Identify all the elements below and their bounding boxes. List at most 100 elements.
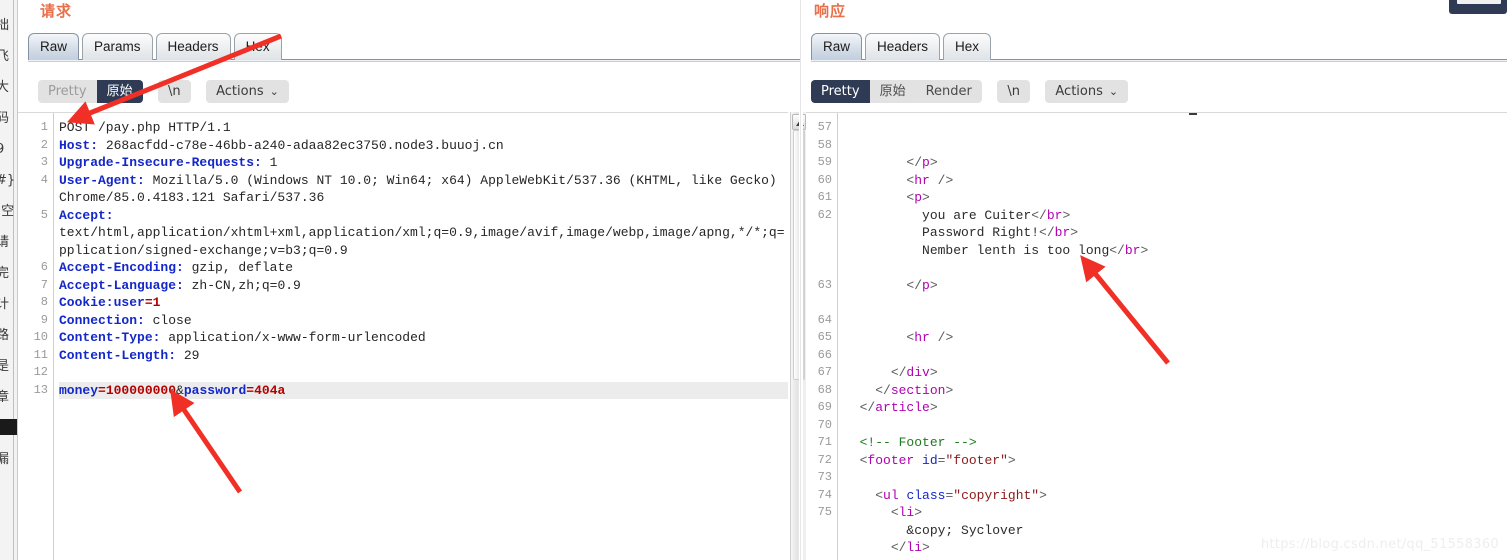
code-line[interactable]: Content-Type: application/x-www-form-url… <box>59 329 788 347</box>
code-line[interactable] <box>844 312 1507 330</box>
code-line[interactable]: Nember lenth is too long</br> <box>844 242 1507 260</box>
code-line[interactable] <box>844 119 1507 137</box>
chevron-down-icon: ⌄ <box>1108 85 1119 98</box>
panel-divider[interactable] <box>800 0 803 560</box>
code-token: Connection: <box>59 312 145 328</box>
line-number: 73 <box>817 470 832 484</box>
response-view-render[interactable]: Render <box>916 80 982 103</box>
code-line[interactable]: Host: 268acfdd-c78e-46bb-a240-adaa82ec37… <box>59 137 788 155</box>
tab-request-hex[interactable]: Hex <box>233 33 282 60</box>
code-line[interactable]: User-Agent: Mozilla/5.0 (Windows NT 10.0… <box>59 172 788 190</box>
code-line[interactable] <box>844 259 1507 277</box>
edge-glyph-column: 拙 飞 大 码 9 #} (空 请 完 计 路 是 章 口 漏 <box>0 18 16 467</box>
tab-response-raw[interactable]: Raw <box>811 33 863 60</box>
response-code-view[interactable]: 57 58 59 60 61 62 63 64 65 66 67 68 69 70 71 72 73 74 75… <box>806 112 1507 560</box>
code-line[interactable]: <footer id="footer"> <box>844 452 1507 470</box>
code-token: POST /pay.php HTTP/1.1 <box>59 120 231 135</box>
request-code-view[interactable]: 1234 5 6 7 8 9 10 11 12 13 POST /pay.php HTTP/1… <box>18 112 788 560</box>
code-token: > <box>922 540 930 555</box>
code-line[interactable] <box>844 469 1507 487</box>
request-actions-button[interactable]: Actions ⌄ <box>206 80 289 103</box>
code-token: Accept-Language: <box>59 277 184 293</box>
response-newline-button[interactable]: \n <box>997 80 1030 103</box>
tab-request-headers[interactable]: Headers <box>155 33 231 60</box>
code-line[interactable]: </section> <box>844 382 1507 400</box>
code-line[interactable]: Password Right!</br> <box>844 224 1507 242</box>
response-panel-title: 响应 <box>814 2 847 20</box>
line-number: 63 <box>817 277 832 292</box>
tab-response-hex[interactable]: Hex <box>943 33 992 60</box>
code-line[interactable]: Accept-Encoding: gzip, deflate <box>59 259 788 277</box>
code-token: application/x-www-form-urlencoded <box>160 330 426 345</box>
request-vertical-scrollbar[interactable] <box>790 112 806 560</box>
response-view-raw[interactable]: 原始 <box>870 80 916 103</box>
response-toolbar: Pretty 原始 Render \n Actions ⌄ <box>811 80 1129 104</box>
line-number: 74 <box>817 487 832 502</box>
request-view-raw[interactable]: 原始 <box>96 80 143 103</box>
line-number: 67 <box>817 365 832 379</box>
code-line[interactable]: you are Cuiter</br> <box>844 207 1507 225</box>
code-token: 1 <box>152 295 161 310</box>
code-line[interactable]: pplication/signed-exchange;v=b3;q=0.9 <box>59 242 788 260</box>
code-line[interactable]: <p> <box>844 189 1507 207</box>
code-line[interactable]: </div> <box>844 364 1507 382</box>
code-line[interactable]: Cookie:user=1 <box>59 294 788 312</box>
line-number: 4 <box>40 172 48 187</box>
code-line[interactable]: Content-Length: 29 <box>59 347 788 365</box>
request-view-pretty[interactable]: Pretty <box>38 80 97 103</box>
response-actions-button[interactable]: Actions ⌄ <box>1045 80 1129 103</box>
code-line[interactable]: <ul class="copyright"> <box>844 487 1507 505</box>
line-number: 13 <box>33 382 48 397</box>
code-line[interactable]: Accept: <box>59 207 788 225</box>
code-token: li <box>906 540 923 555</box>
code-line[interactable] <box>844 347 1507 365</box>
clipped-top-right-button[interactable] <box>1449 0 1507 14</box>
code-line[interactable] <box>844 417 1507 435</box>
line-number <box>806 259 837 277</box>
code-token: Accept: <box>59 207 114 223</box>
code-token: </ <box>875 382 891 398</box>
line-number: 8 <box>40 295 48 309</box>
tab-request-params[interactable]: Params <box>82 33 153 60</box>
request-line-number-gutter: 1234 5 6 7 8 9 10 11 12 13 <box>18 113 54 560</box>
code-line[interactable]: </p> <box>844 154 1507 172</box>
line-number: 70 <box>817 417 832 432</box>
code-token: p <box>922 277 930 293</box>
response-view-pretty[interactable]: Pretty <box>811 80 870 103</box>
code-line[interactable]: <hr /> <box>844 172 1507 190</box>
code-line[interactable] <box>844 137 1507 155</box>
code-token: > <box>1039 487 1047 503</box>
code-token: > <box>1062 207 1071 223</box>
code-line[interactable]: Connection: close <box>59 312 788 330</box>
line-number: 65 <box>817 330 832 344</box>
code-token: text/html,application/xhtml+xml,applicat… <box>59 225 785 240</box>
code-line[interactable]: <li> <box>844 504 1507 522</box>
code-line[interactable]: Accept-Language: zh-CN,zh;q=0.9 <box>59 277 788 295</box>
code-line[interactable]: </p> <box>844 277 1507 295</box>
code-line[interactable]: <!-- Footer --> <box>844 434 1507 452</box>
code-token: 29 <box>176 347 200 363</box>
code-token: section <box>890 382 946 398</box>
code-line[interactable]: <hr /> <box>844 329 1507 347</box>
code-line[interactable]: money=100000000&password=404a <box>59 381 788 399</box>
code-line[interactable]: </article> <box>844 399 1507 417</box>
response-code-lines[interactable]: </p> <hr /> <p> you are Cuiter</br> Pass… <box>844 113 1507 560</box>
request-code-lines[interactable]: POST /pay.php HTTP/1.1 Host: 268acfdd-c78… <box>59 113 788 560</box>
code-line[interactable]: Chrome/85.0.4183.121 Safari/537.36 <box>59 189 788 207</box>
code-token: /> <box>929 330 954 345</box>
response-tabbar: Raw Headers Hex <box>811 33 1507 62</box>
code-token: pplication/signed-exchange;v=b3;q=0.9 <box>59 242 348 258</box>
code-line[interactable] <box>59 364 788 382</box>
tab-request-raw[interactable]: Raw <box>28 33 80 60</box>
code-token: article <box>875 400 930 415</box>
tab-response-headers[interactable]: Headers <box>865 33 941 60</box>
code-token: </ <box>906 155 923 170</box>
code-line[interactable] <box>844 294 1507 312</box>
code-line[interactable]: POST /pay.php HTTP/1.1 <box>59 119 788 137</box>
code-line[interactable]: text/html,application/xhtml+xml,applicat… <box>59 224 788 242</box>
request-newline-button[interactable]: \n <box>158 80 191 103</box>
code-token: > <box>929 400 938 415</box>
code-line[interactable]: Upgrade-Insecure-Requests: 1 <box>59 154 788 172</box>
